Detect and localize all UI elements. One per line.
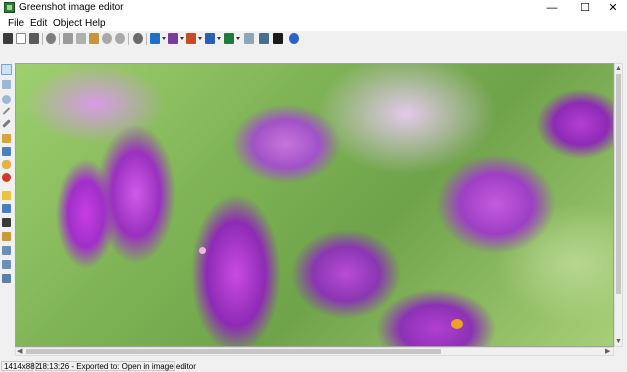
image-dimensions: 1414x882 [1, 361, 39, 371]
vertical-scroll-thumb[interactable] [616, 74, 621, 294]
toolbar [0, 31, 627, 47]
help-icon[interactable] [289, 33, 299, 44]
arrow-icon[interactable] [2, 119, 11, 128]
toolbar-separator [146, 33, 147, 45]
status-bar: 1414x882 18:13:26 - Exported to: Open in… [0, 360, 627, 372]
minimize-button[interactable]: — [537, 0, 567, 16]
scroll-left-icon[interactable]: ◀ [17, 348, 22, 355]
copy-icon[interactable] [76, 33, 86, 44]
info-icon[interactable] [273, 33, 283, 44]
scroll-right-icon[interactable]: ▶ [605, 348, 610, 355]
print-icon[interactable] [29, 33, 39, 44]
counter-icon[interactable] [2, 173, 11, 182]
toolbar-separator [59, 33, 60, 45]
crocus-photo [16, 64, 613, 346]
resize-icon[interactable] [2, 232, 11, 241]
new-icon[interactable] [16, 33, 26, 44]
toolbar-separator [128, 33, 129, 45]
menu-file[interactable]: File [8, 18, 24, 29]
speech-bubble-icon[interactable] [2, 160, 11, 169]
greenshot-app-icon [4, 2, 15, 13]
obfuscate-icon[interactable] [2, 204, 11, 213]
menu-bar: File Edit Object Help [0, 16, 627, 31]
cut-icon[interactable] [63, 33, 73, 44]
rotate-right-icon[interactable] [2, 260, 11, 269]
scroll-up-icon[interactable]: ▲ [615, 65, 622, 72]
line-icon[interactable] [2, 107, 11, 115]
menu-object[interactable]: Object [53, 18, 82, 29]
flower-highlight-decoration [199, 247, 206, 254]
horizontal-scrollbar[interactable]: ◀ ▶ [15, 347, 614, 356]
flower-stamen-decoration [451, 319, 463, 329]
paste-icon[interactable] [89, 33, 99, 44]
maximize-button[interactable]: ☐ [570, 0, 600, 16]
powerpoint-icon[interactable] [186, 33, 196, 44]
settings-icon[interactable] [133, 33, 143, 44]
text-icon[interactable] [2, 147, 11, 156]
excel-icon[interactable] [224, 33, 234, 44]
word-icon[interactable] [205, 33, 215, 44]
excel-dropdown-arrow-icon[interactable] [236, 37, 240, 40]
undo-icon[interactable] [102, 33, 112, 44]
redo-icon[interactable] [115, 33, 125, 44]
export-icon[interactable] [259, 33, 269, 44]
image-canvas[interactable] [15, 63, 614, 347]
upload-icon[interactable] [46, 33, 56, 44]
freehand-icon[interactable] [2, 134, 11, 143]
onenote-icon[interactable] [168, 33, 178, 44]
window-title: Greenshot image editor [19, 2, 124, 13]
rectangle-icon[interactable] [2, 80, 11, 89]
toolbar-separator [42, 33, 43, 45]
clipboard-icon[interactable] [244, 33, 254, 44]
horizontal-scroll-thumb[interactable] [26, 349, 441, 354]
vertical-scrollbar[interactable]: ▲ ▼ [614, 63, 623, 347]
scroll-down-icon[interactable]: ▼ [615, 338, 622, 345]
menu-edit[interactable]: Edit [30, 18, 47, 29]
powerpoint-dropdown-arrow-icon[interactable] [198, 37, 202, 40]
onenote-dropdown-arrow-icon[interactable] [180, 37, 184, 40]
word-dropdown-arrow-icon[interactable] [217, 37, 221, 40]
save-icon[interactable] [3, 33, 13, 44]
crop-icon[interactable] [2, 218, 11, 227]
close-button[interactable]: ✕ [598, 0, 627, 16]
drawing-tools-panel [0, 60, 14, 360]
fit-icon[interactable] [2, 274, 11, 283]
ellipse-icon[interactable] [2, 95, 11, 104]
menu-help[interactable]: Help [85, 18, 106, 29]
rotate-left-icon[interactable] [2, 246, 11, 255]
outlook-dropdown-arrow-icon[interactable] [162, 37, 166, 40]
outlook-icon[interactable] [150, 33, 160, 44]
title-bar: Greenshot image editor — ☐ ✕ [0, 0, 627, 16]
status-message: 18:13:26 - Exported to: Open in image ed… [35, 361, 196, 371]
highlight-icon[interactable] [2, 191, 11, 200]
cursor-icon[interactable] [1, 64, 12, 75]
